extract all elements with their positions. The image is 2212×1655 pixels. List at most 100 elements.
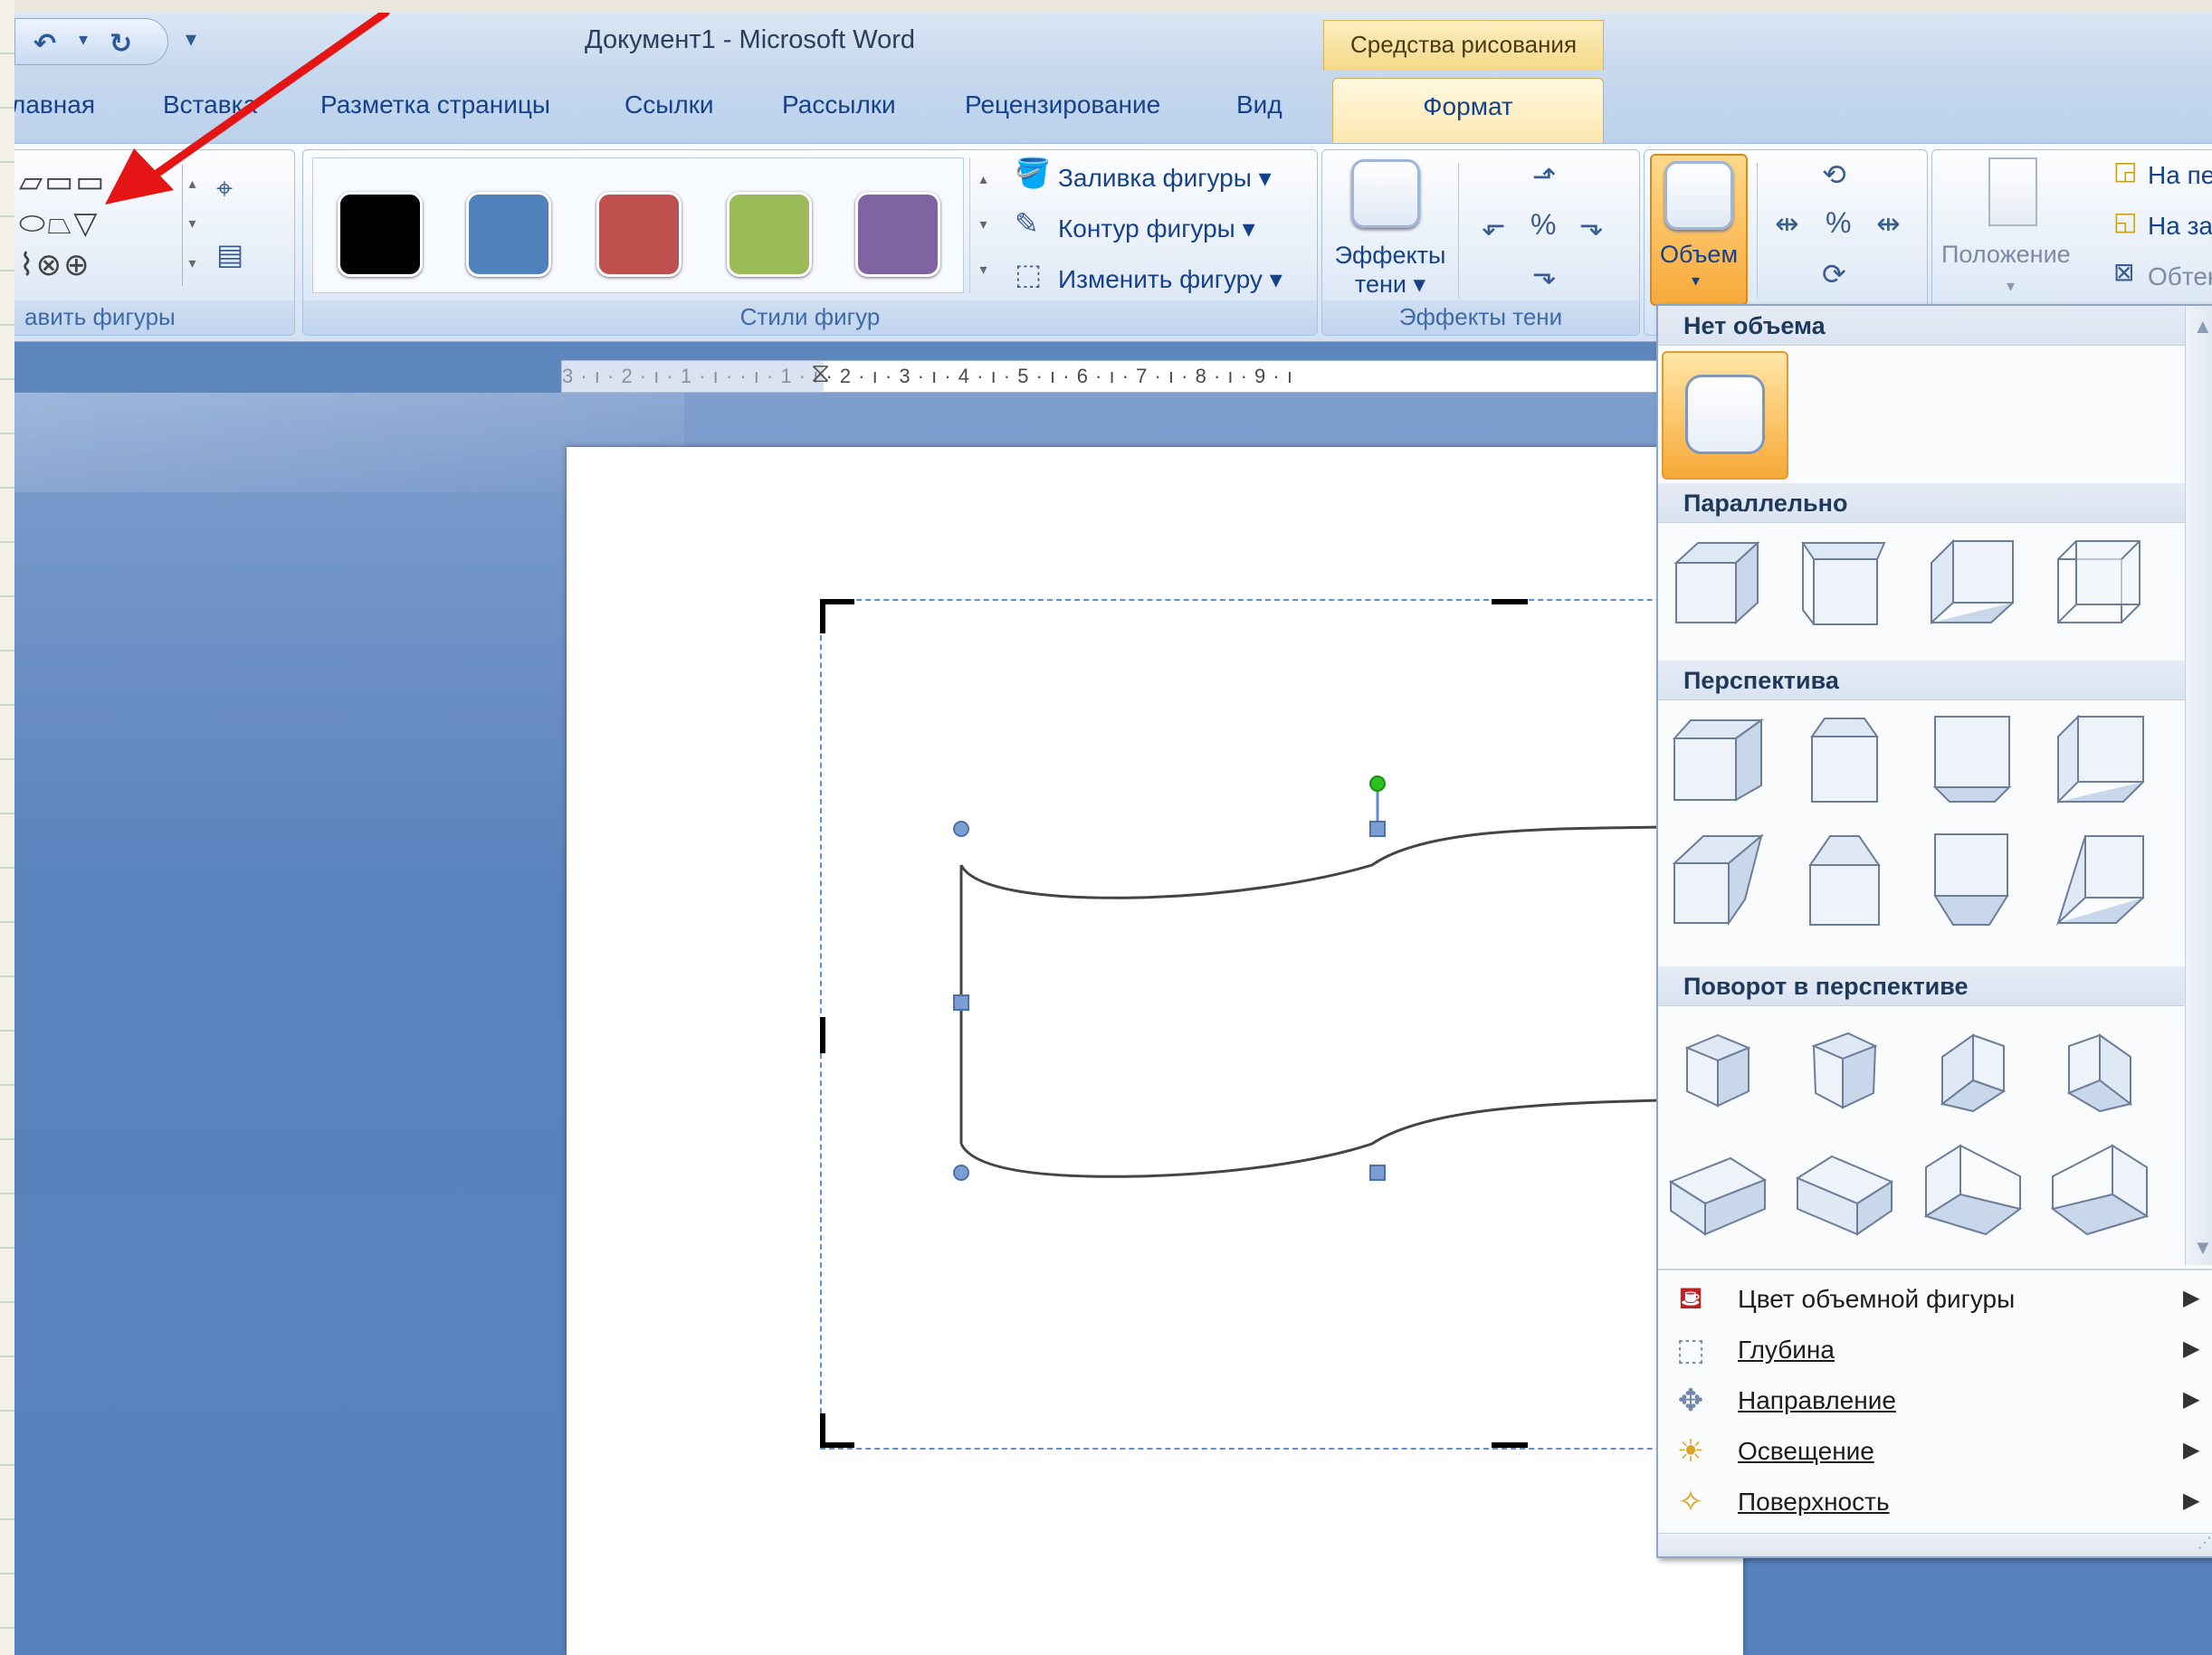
rotation-option-8[interactable] [2049,1140,2150,1241]
canvas-crop-handle-top-left[interactable] [820,599,825,633]
send-to-back-button[interactable]: На зад [2148,212,2212,241]
indent-marker-icon[interactable]: ⧖ [811,358,830,389]
depth-icon: ⬚ [1675,1333,1706,1367]
style-swatch-blue[interactable] [466,192,551,277]
parallel-option-4[interactable] [2049,532,2150,633]
menu-item-surface[interactable]: ✧ Поверхность ▶ [1658,1479,2200,1529]
perspective-option-6[interactable] [1794,829,1895,930]
tilt-left-icon[interactable]: ⇹ [1775,206,1799,241]
section-perspective-rotation: Поворот в перспективе [1658,966,2185,1006]
change-shape-button[interactable]: Изменить фигуру ▾ [1058,264,1282,294]
nudge-shadow-down-icon[interactable]: ⬎ [1532,257,1557,291]
perspective-option-1[interactable] [1667,709,1769,811]
change-shape-icon: ⬚ [1015,258,1043,290]
resize-handle-bottom[interactable] [1369,1165,1386,1181]
resize-handle-left[interactable] [953,994,969,1011]
tab-review[interactable]: Рецензирование [965,90,1160,119]
canvas-crop-handle-top[interactable] [1492,599,1528,604]
menu-item-direction[interactable]: ✥ Направление ▶ [1658,1377,2200,1428]
menu-item-label: Поверхность [1738,1488,1890,1516]
tab-format[interactable]: Формат [1332,78,1604,143]
rotation-options [1667,1021,2174,1265]
rotation-option-3[interactable] [1922,1021,2024,1122]
submenu-arrow-icon: ▶ [2183,1286,2200,1310]
style-gallery-scroll[interactable]: ▴ ▾ ▾ [969,157,996,293]
canvas-crop-handle-left[interactable] [820,1017,825,1053]
parallel-option-3[interactable] [1922,532,2024,633]
circle-x-icon[interactable]: ⊗ [36,248,64,282]
tilt-down-icon[interactable]: ⟳ [1822,257,1846,291]
rotation-option-1[interactable] [1667,1021,1769,1122]
tab-mailings[interactable]: Рассылки [782,90,896,119]
scroll-up-icon[interactable]: ▲ [2193,315,2212,338]
resize-handle-bottom-left[interactable] [953,1165,969,1181]
tab-references[interactable]: Ссылки [625,90,714,119]
perspective-option-8[interactable] [2049,829,2150,930]
style-swatch-green[interactable] [727,192,812,277]
no-volume-option[interactable] [1662,351,1788,480]
menu-item-3d-color[interactable]: ⛾ Цвет объемной фигуры ▶ [1658,1276,2199,1327]
circle-plus-icon[interactable]: ⊕ [63,248,91,282]
menu-item-label: Направление [1738,1386,1896,1414]
text-wrapping-button[interactable]: Обтек [2148,262,2212,291]
shadow-effects-icon[interactable] [1351,159,1420,228]
chevron-down-icon: ▾ [2007,277,2016,295]
resize-handle-top[interactable] [1369,821,1386,837]
rotation-handle[interactable] [1369,775,1386,792]
tab-home[interactable]: лавная [14,90,95,119]
trapezoid-icon[interactable]: ⏢ [47,206,73,241]
style-swatch-red[interactable] [596,192,682,277]
shape-fill-button[interactable]: Заливка фигуры ▾ [1058,163,1272,193]
rotation-option-7[interactable] [1922,1140,2024,1241]
shadow-toggle-icon[interactable]: % [1530,208,1556,242]
rotation-option-5[interactable] [1667,1140,1769,1241]
nudge-shadow-right-icon[interactable]: ⬎ [1579,208,1604,243]
parallel-option-2[interactable] [1794,532,1895,633]
nudge-shadow-left-icon[interactable]: ⬐ [1482,208,1506,243]
rotation-option-4[interactable] [2049,1021,2150,1122]
parallel-options [1667,532,2174,641]
position-button[interactable]: Положение [1941,241,2071,269]
menu-item-depth[interactable]: ⬚ Глубина ▶ [1658,1327,2200,1377]
scroll-down-icon[interactable]: ▼ [2193,1236,2212,1260]
tilt-up-icon[interactable]: ⟲ [1822,157,1846,192]
ellipse-icon[interactable]: ⬭ [19,206,47,241]
style-swatch-purple[interactable] [855,192,940,277]
dropdown-resize-bar[interactable]: ⋰ [1658,1533,2212,1556]
perspective-option-5[interactable] [1667,829,1769,930]
nudge-shadow-up-icon[interactable]: ⬏ [1532,159,1557,194]
perspective-option-7[interactable] [1922,829,2024,930]
canvas-crop-handle-bottom-left[interactable] [820,1413,825,1448]
gallery-scrollbar[interactable]: ▲ ▼ [2185,306,2212,1265]
3d-toggle-icon[interactable]: % [1826,206,1851,240]
chevron-down-icon: ▾ [1692,271,1701,290]
submenu-arrow-icon: ▶ [2183,1336,2200,1361]
parallelogram-icon[interactable]: ▱ [19,165,44,199]
canvas-crop-handle-bottom[interactable] [1492,1442,1528,1448]
shape-outline-button[interactable]: Контур фигуры ▾ [1058,214,1255,243]
shadow-effects-button[interactable]: Эффекты тени ▾ [1331,241,1449,299]
rotation-option-2[interactable] [1794,1021,1895,1122]
perspective-option-2[interactable] [1794,709,1895,811]
rectangle-icon[interactable]: ▭ [44,165,75,199]
parallel-option-1[interactable] [1667,532,1769,633]
shadow-effects-label: Эффекты тени [1322,300,1639,335]
wave-shape[interactable] [920,764,1662,1198]
text-box-icon[interactable]: ▤ [216,237,243,271]
resize-handle-top-left[interactable] [953,821,969,837]
tab-view[interactable]: Вид [1236,90,1282,119]
perspective-option-3[interactable] [1922,709,2024,811]
wave-icon[interactable]: ⌇ [19,248,36,282]
bring-to-front-button[interactable]: На пе [2148,161,2212,190]
word-window: ↶ ▾ ↻ ▾ Документ1 - Microsoft Word Средс… [14,13,2212,1655]
perspective-option-4[interactable] [2049,709,2150,811]
resize-grip-icon[interactable]: ⋰ [2198,1534,2212,1552]
submenu-arrow-icon: ▶ [2183,1438,2200,1462]
rotation-option-6[interactable] [1794,1140,1895,1241]
position-icon[interactable] [1988,157,2037,226]
volume-button[interactable]: Объем ▾ [1650,154,1748,306]
undo-icon[interactable]: ↶ [33,28,56,59]
menu-item-lighting[interactable]: ☀ Освещение ▶ [1658,1428,2200,1479]
volume-button-label: Объем [1659,241,1739,268]
tilt-right-icon[interactable]: ⇹ [1876,206,1901,241]
